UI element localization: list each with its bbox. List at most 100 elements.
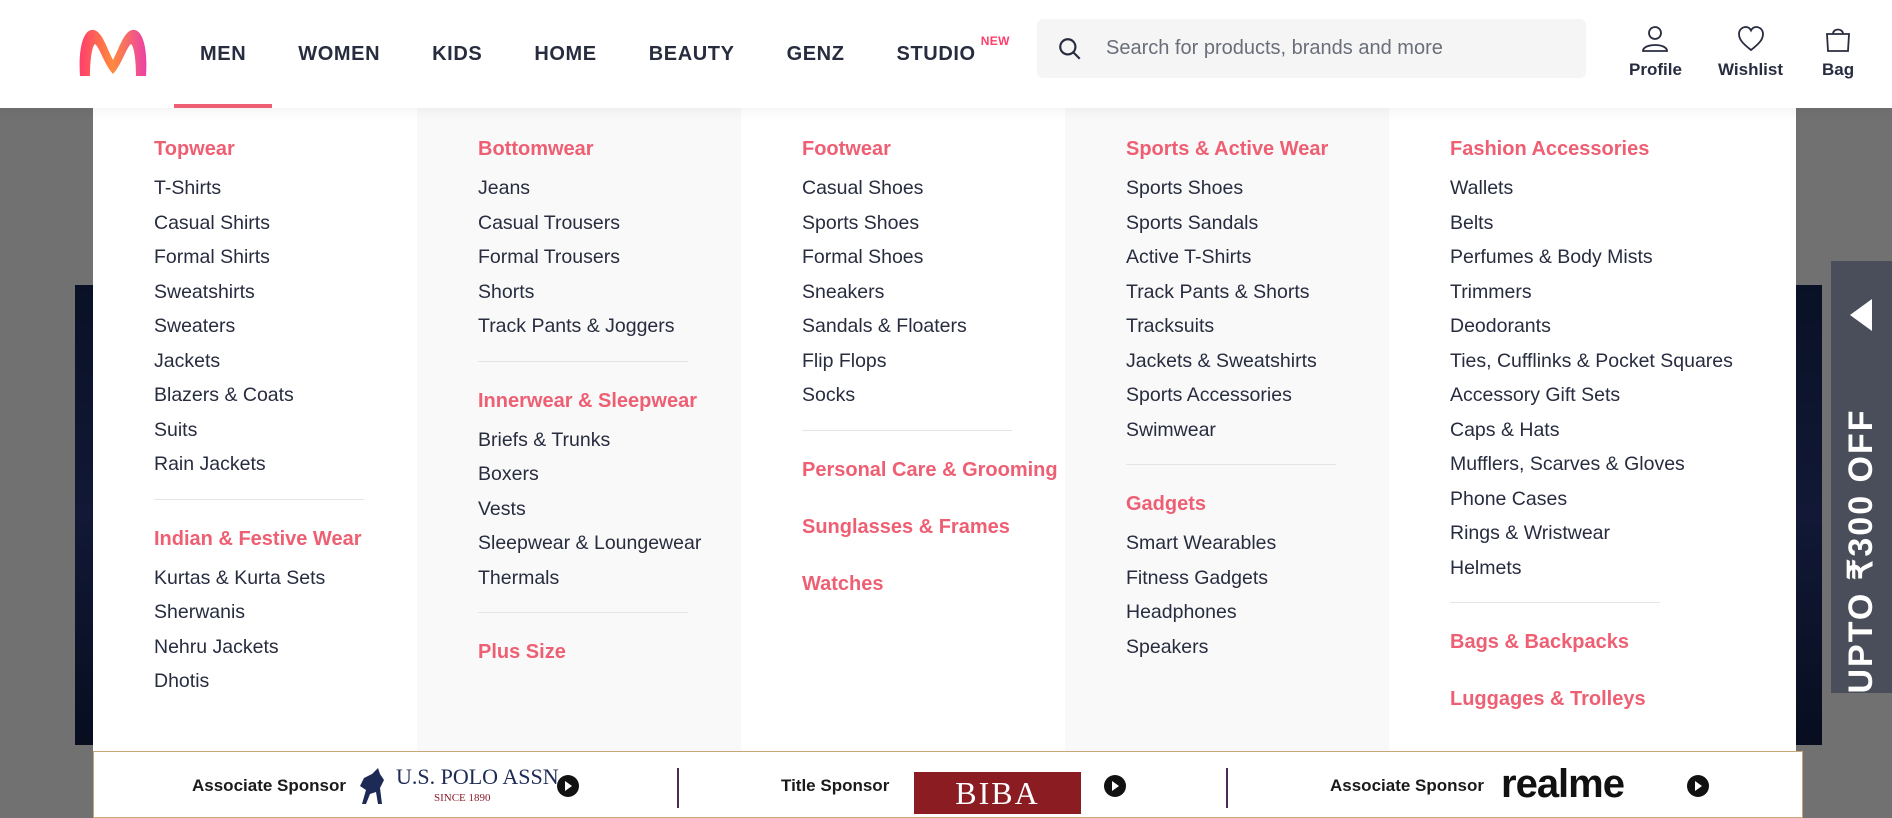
- offer-text: UPTO ₹300 OFF: [1842, 408, 1880, 694]
- sponsor-arrow-button[interactable]: [557, 775, 579, 797]
- menu-link[interactable]: Sports Accessories: [1126, 378, 1389, 413]
- menu-link[interactable]: Jackets & Sweatshirts: [1126, 344, 1389, 379]
- category-fashion-accessories[interactable]: Fashion Accessories: [1450, 138, 1796, 161]
- menu-link[interactable]: Swimwear: [1126, 413, 1389, 448]
- main-nav: MEN WOMEN KIDS HOME BEAUTY GENZ STUDIO N…: [174, 0, 1010, 108]
- menu-link[interactable]: Track Pants & Shorts: [1126, 275, 1389, 310]
- category-gadgets[interactable]: Gadgets: [1126, 493, 1389, 516]
- category-luggages-trolleys[interactable]: Luggages & Trolleys: [1450, 688, 1796, 711]
- category-footwear[interactable]: Footwear: [802, 138, 1065, 161]
- menu-link[interactable]: Briefs & Trunks: [478, 423, 741, 458]
- menu-link[interactable]: Formal Shoes: [802, 240, 1065, 275]
- nav-home[interactable]: HOME: [508, 0, 622, 108]
- category-innerwear-sleepwear[interactable]: Innerwear & Sleepwear: [478, 390, 741, 413]
- divider: [802, 429, 1012, 431]
- offer-side-tab[interactable]: UPTO ₹300 OFF: [1831, 261, 1892, 694]
- heart-icon: [1737, 26, 1764, 52]
- nav-kids[interactable]: KIDS: [406, 0, 508, 108]
- nav-beauty[interactable]: BEAUTY: [623, 0, 761, 108]
- menu-link[interactable]: Sports Shoes: [802, 206, 1065, 241]
- menu-link[interactable]: Thermals: [478, 561, 741, 596]
- menu-link[interactable]: Helmets: [1450, 551, 1796, 586]
- menu-link[interactable]: Headphones: [1126, 595, 1389, 630]
- menu-link[interactable]: Vests: [478, 492, 741, 527]
- nav-genz-label: GENZ: [786, 42, 845, 65]
- menu-link[interactable]: Sandals & Floaters: [802, 309, 1065, 344]
- menu-link[interactable]: Ties, Cufflinks & Pocket Squares: [1450, 344, 1796, 379]
- menu-link[interactable]: Belts: [1450, 206, 1796, 241]
- menu-link[interactable]: Track Pants & Joggers: [478, 309, 741, 344]
- menu-link[interactable]: Suits: [154, 413, 417, 448]
- menu-link[interactable]: Formal Trousers: [478, 240, 741, 275]
- menu-link[interactable]: Tracksuits: [1126, 309, 1389, 344]
- menu-column-5: Fashion Accessories Wallets Belts Perfum…: [1389, 108, 1796, 768]
- search-input[interactable]: [1106, 37, 1586, 60]
- menu-link[interactable]: Boxers: [478, 457, 741, 492]
- menu-link[interactable]: Deodorants: [1450, 309, 1796, 344]
- sponsor-arrow-button[interactable]: [1104, 775, 1126, 797]
- menu-link[interactable]: Speakers: [1126, 630, 1389, 665]
- menu-link[interactable]: Fitness Gadgets: [1126, 561, 1389, 596]
- menu-link[interactable]: Jeans: [478, 171, 741, 206]
- menu-link[interactable]: Casual Shirts: [154, 206, 417, 241]
- menu-link[interactable]: Rain Jackets: [154, 447, 417, 482]
- wishlist-button[interactable]: Wishlist: [1718, 24, 1783, 80]
- category-indian-festive-wear[interactable]: Indian & Festive Wear: [154, 528, 417, 551]
- nav-men[interactable]: MEN: [174, 0, 273, 108]
- menu-link[interactable]: Sports Sandals: [1126, 206, 1389, 241]
- profile-button[interactable]: Profile: [1629, 24, 1682, 80]
- menu-link[interactable]: Sweatshirts: [154, 275, 417, 310]
- menu-link[interactable]: Sleepwear & Loungewear: [478, 526, 741, 561]
- category-personal-care-grooming[interactable]: Personal Care & Grooming: [802, 459, 1065, 482]
- menu-link[interactable]: Flip Flops: [802, 344, 1065, 379]
- menu-link[interactable]: Perfumes & Body Mists: [1450, 240, 1796, 275]
- menu-link[interactable]: Accessory Gift Sets: [1450, 378, 1796, 413]
- menu-link[interactable]: Casual Trousers: [478, 206, 741, 241]
- profile-icon: [1642, 26, 1669, 52]
- sponsor-arrow-button[interactable]: [1687, 775, 1709, 797]
- menu-link[interactable]: Sherwanis: [154, 595, 417, 630]
- menu-link[interactable]: Wallets: [1450, 171, 1796, 206]
- nav-men-label: MEN: [200, 42, 247, 65]
- divider: [1226, 768, 1228, 808]
- menu-link[interactable]: Trimmers: [1450, 275, 1796, 310]
- myntra-logo[interactable]: [76, 26, 150, 78]
- biba-logo[interactable]: BIBA: [914, 772, 1081, 814]
- nav-home-label: HOME: [534, 42, 597, 65]
- menu-link[interactable]: Blazers & Coats: [154, 378, 417, 413]
- category-topwear[interactable]: Topwear: [154, 138, 417, 161]
- menu-link[interactable]: Casual Shoes: [802, 171, 1065, 206]
- nav-genz[interactable]: GENZ: [761, 0, 871, 108]
- nav-women[interactable]: WOMEN: [272, 0, 406, 108]
- category-bags-backpacks[interactable]: Bags & Backpacks: [1450, 631, 1796, 654]
- wishlist-label: Wishlist: [1718, 60, 1784, 79]
- menu-link[interactable]: Active T-Shirts: [1126, 240, 1389, 275]
- nav-studio[interactable]: STUDIO NEW: [871, 0, 1010, 108]
- bag-button[interactable]: Bag: [1822, 24, 1854, 80]
- menu-link[interactable]: Caps & Hats: [1450, 413, 1796, 448]
- menu-link[interactable]: Sneakers: [802, 275, 1065, 310]
- menu-link[interactable]: Phone Cases: [1450, 482, 1796, 517]
- menu-link[interactable]: Socks: [802, 378, 1065, 413]
- menu-link[interactable]: Smart Wearables: [1126, 526, 1389, 561]
- search-bar[interactable]: [1037, 19, 1586, 78]
- menu-link[interactable]: Formal Shirts: [154, 240, 417, 275]
- biba-brand-text: BIBA: [955, 774, 1040, 811]
- menu-link[interactable]: Shorts: [478, 275, 741, 310]
- menu-link[interactable]: Rings & Wristwear: [1450, 516, 1796, 551]
- category-sports-active-wear[interactable]: Sports & Active Wear: [1126, 138, 1389, 161]
- menu-link[interactable]: Sweaters: [154, 309, 417, 344]
- realme-logo[interactable]: realme: [1501, 762, 1625, 807]
- menu-link[interactable]: T-Shirts: [154, 171, 417, 206]
- menu-link[interactable]: Nehru Jackets: [154, 630, 417, 665]
- category-watches[interactable]: Watches: [802, 573, 1065, 596]
- category-sunglasses-frames[interactable]: Sunglasses & Frames: [802, 516, 1065, 539]
- menu-link[interactable]: Dhotis: [154, 664, 417, 699]
- menu-link[interactable]: Mufflers, Scarves & Gloves: [1450, 447, 1796, 482]
- category-bottomwear[interactable]: Bottomwear: [478, 138, 741, 161]
- category-plus-size[interactable]: Plus Size: [478, 641, 741, 664]
- us-polo-logo[interactable]: U.S. POLO ASSN. SINCE 1890: [354, 762, 564, 810]
- menu-link[interactable]: Sports Shoes: [1126, 171, 1389, 206]
- menu-link[interactable]: Kurtas & Kurta Sets: [154, 561, 417, 596]
- menu-link[interactable]: Jackets: [154, 344, 417, 379]
